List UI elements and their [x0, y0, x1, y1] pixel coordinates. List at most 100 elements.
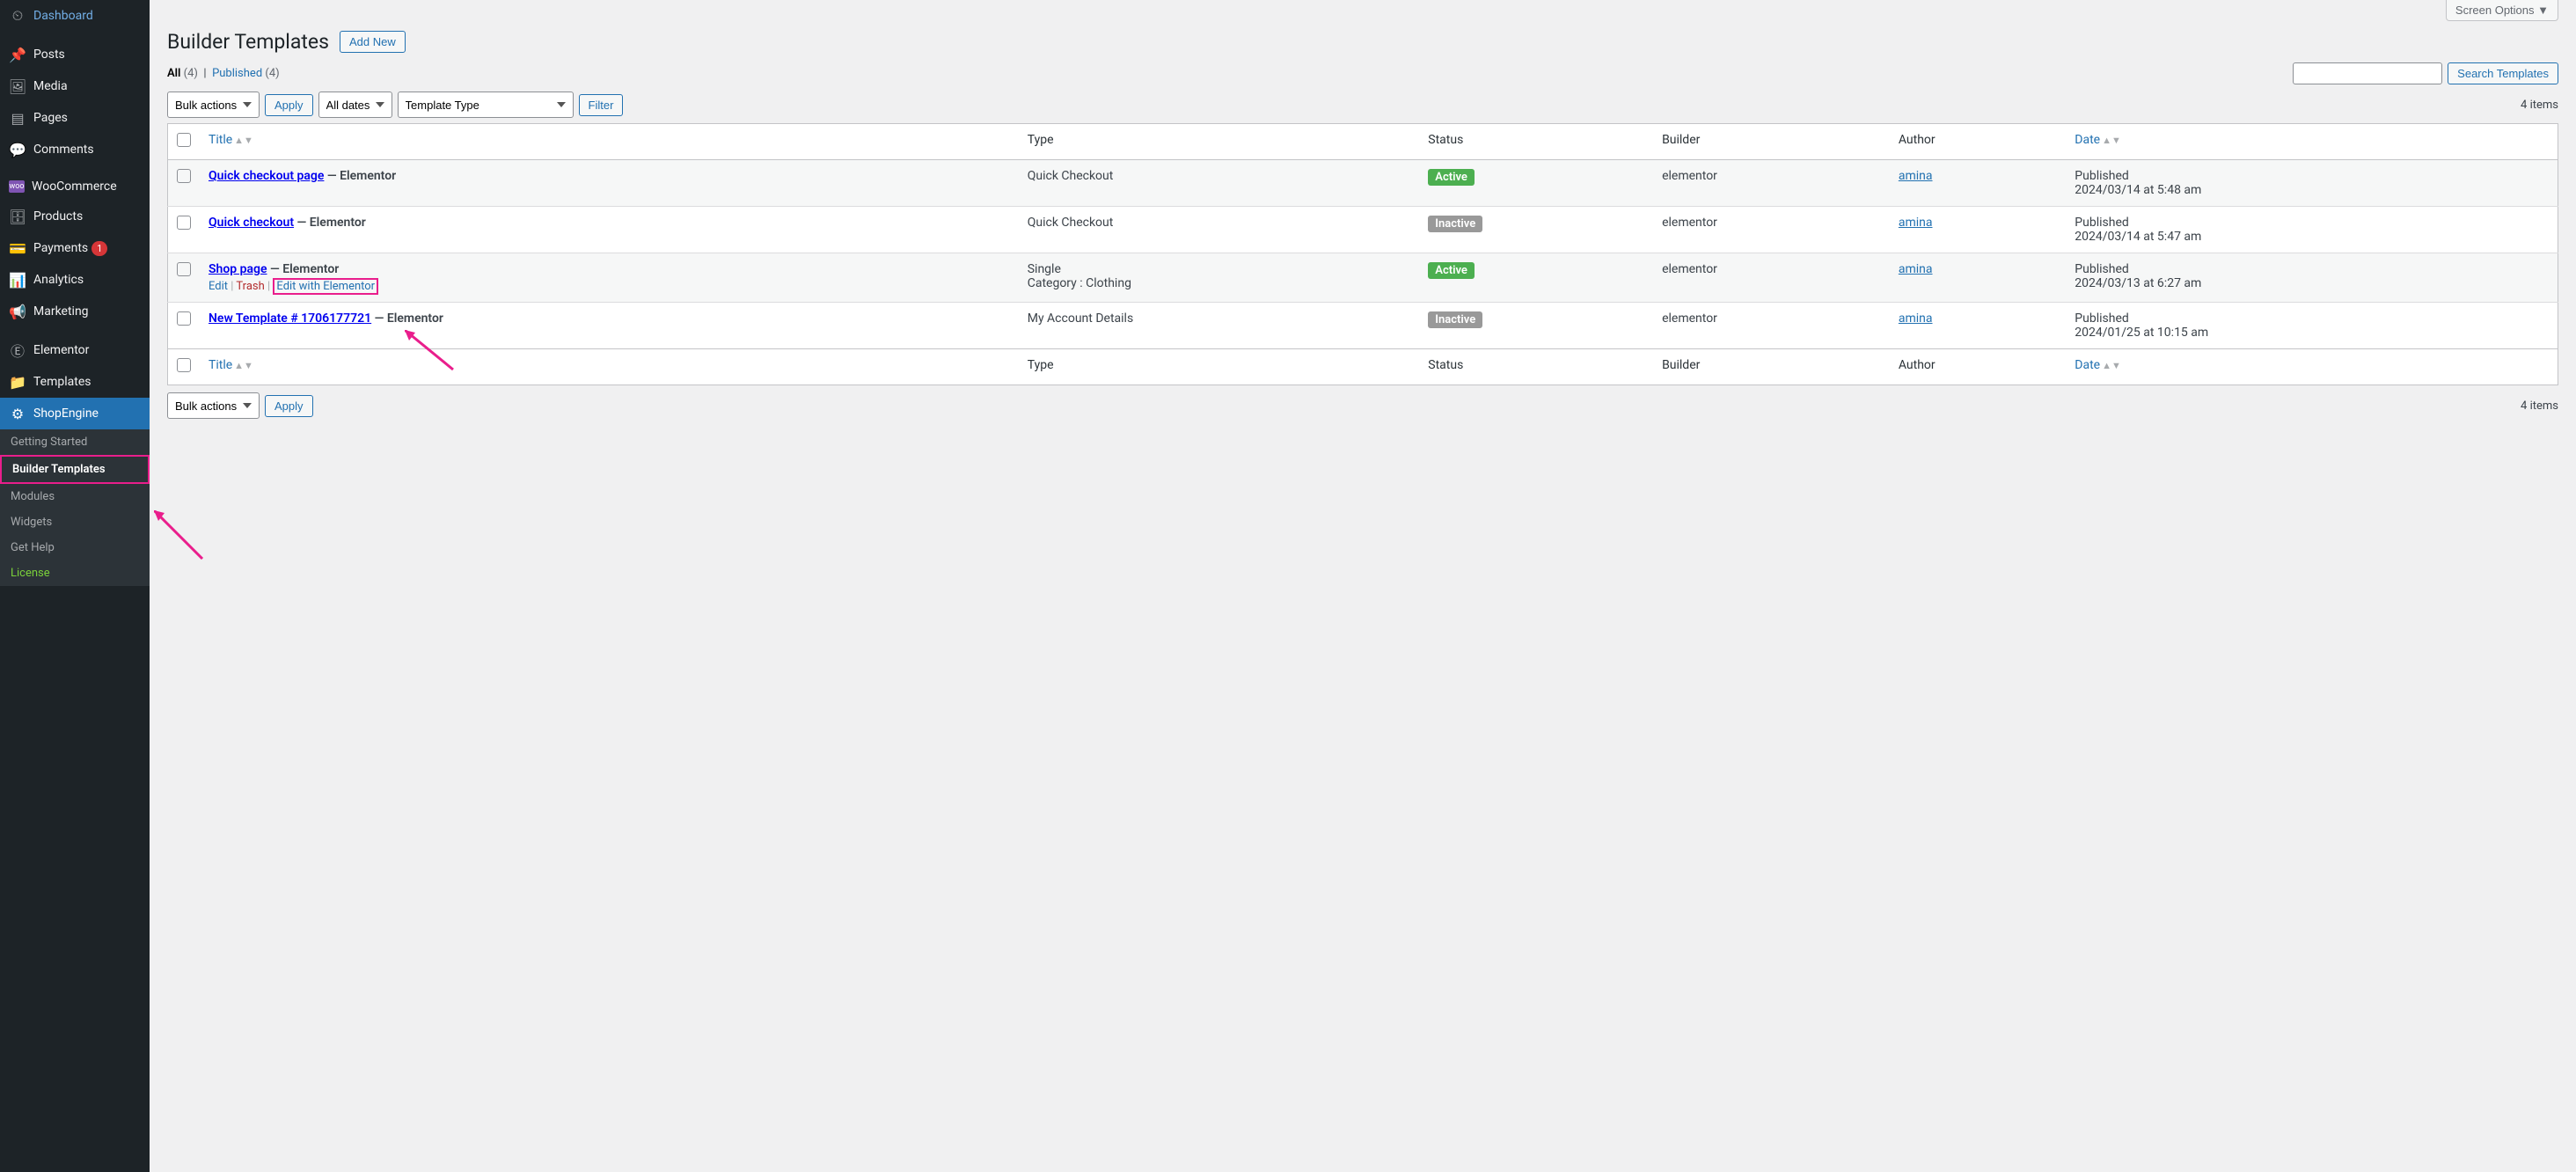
- row-date: Published2024/01/25 at 10:15 am: [2066, 303, 2558, 349]
- sidebar-item-elementor[interactable]: ⒺElementor: [0, 334, 150, 366]
- sidebar-item-marketing[interactable]: 📢Marketing: [0, 296, 150, 327]
- column-status-header: Status: [1419, 124, 1653, 160]
- template-type-select[interactable]: Template Type: [398, 92, 574, 118]
- sidebar-item-pages[interactable]: ▤Pages: [0, 102, 150, 134]
- search-input[interactable]: [2293, 62, 2442, 84]
- gauge-icon: ⏲: [9, 7, 26, 25]
- page-icon: ▤: [9, 109, 26, 127]
- annotation-arrow: [154, 510, 216, 575]
- row-checkbox[interactable]: [177, 216, 191, 230]
- author-link[interactable]: amina: [1899, 216, 1933, 230]
- payment-icon: 💳: [9, 239, 26, 257]
- row-type: Quick Checkout: [1019, 207, 1420, 253]
- status-badge: Active: [1428, 262, 1475, 279]
- edit-link[interactable]: Edit: [209, 280, 228, 293]
- chart-icon: 📊: [9, 271, 26, 289]
- add-new-button[interactable]: Add New: [340, 31, 406, 53]
- woocommerce-icon: woo: [9, 180, 25, 193]
- row-checkbox[interactable]: [177, 262, 191, 276]
- elementor-icon: Ⓔ: [9, 341, 26, 359]
- admin-sidebar: ⏲Dashboard 📌Posts 🖼Media ▤Pages 💬Comment…: [0, 0, 150, 1172]
- column-type-footer: Type: [1019, 349, 1420, 385]
- submenu-builder-templates[interactable]: Builder Templates: [0, 455, 150, 484]
- submenu-widgets[interactable]: Widgets: [0, 509, 150, 535]
- row-builder: elementor: [1653, 160, 1890, 207]
- column-date-footer[interactable]: Date▲▼: [2075, 358, 2121, 372]
- table-row: Quick checkout page — Elementor Quick Ch…: [168, 160, 2558, 207]
- row-actions: Edit | Trash | Edit with Elementor: [209, 280, 1010, 293]
- archive-icon: 🗄: [9, 208, 26, 225]
- screen-options-button[interactable]: Screen Options ▼: [2446, 0, 2558, 21]
- author-link[interactable]: amina: [1899, 169, 1933, 183]
- items-count-top: 4 items: [2521, 99, 2558, 112]
- column-builder-footer: Builder: [1653, 349, 1890, 385]
- row-builder: elementor: [1653, 303, 1890, 349]
- column-author-footer: Author: [1890, 349, 2066, 385]
- folder-icon: 📁: [9, 373, 26, 391]
- sidebar-item-templates[interactable]: 📁Templates: [0, 366, 150, 398]
- sidebar-item-payments[interactable]: 💳Payments1: [0, 232, 150, 264]
- row-title[interactable]: Quick checkout — Elementor: [209, 216, 366, 230]
- payments-badge: 1: [91, 241, 107, 256]
- trash-link[interactable]: Trash: [236, 280, 264, 293]
- author-link[interactable]: amina: [1899, 262, 1933, 276]
- sidebar-item-media[interactable]: 🖼Media: [0, 70, 150, 102]
- table-row: New Template # 1706177721 — Elementor My…: [168, 303, 2558, 349]
- sort-icon: ▲▼: [234, 135, 253, 146]
- row-type: Quick Checkout: [1019, 160, 1420, 207]
- submenu-getting-started[interactable]: Getting Started: [0, 429, 150, 455]
- sidebar-item-shopengine[interactable]: ⚙ShopEngine: [0, 398, 150, 429]
- submenu-modules[interactable]: Modules: [0, 484, 150, 509]
- sidebar-item-posts[interactable]: 📌Posts: [0, 39, 150, 70]
- row-builder: elementor: [1653, 253, 1890, 303]
- row-date: Published2024/03/13 at 6:27 am: [2066, 253, 2558, 303]
- row-type: My Account Details: [1019, 303, 1420, 349]
- status-badge: Inactive: [1428, 311, 1482, 328]
- page-title: Builder Templates: [167, 30, 329, 54]
- search-button[interactable]: Search Templates: [2448, 62, 2558, 84]
- edit-with-elementor-link[interactable]: Edit with Elementor: [273, 278, 378, 295]
- bulk-actions-select-bottom[interactable]: Bulk actions: [167, 392, 260, 419]
- submenu-license[interactable]: License: [0, 560, 150, 586]
- sort-icon: ▲▼: [2102, 135, 2121, 146]
- table-row: Quick checkout — Elementor Quick Checkou…: [168, 207, 2558, 253]
- select-all-checkbox-foot[interactable]: [177, 358, 191, 372]
- column-status-footer: Status: [1419, 349, 1653, 385]
- column-title-footer[interactable]: Title▲▼: [209, 358, 253, 372]
- submenu-get-help[interactable]: Get Help: [0, 535, 150, 560]
- sort-icon: ▲▼: [234, 360, 253, 371]
- row-title[interactable]: New Template # 1706177721 — Elementor: [209, 311, 443, 326]
- row-type: SingleCategory : Clothing: [1019, 253, 1420, 303]
- shopengine-icon: ⚙: [9, 405, 26, 422]
- apply-button-bottom[interactable]: Apply: [265, 395, 313, 417]
- media-icon: 🖼: [9, 77, 26, 95]
- column-date-header[interactable]: Date▲▼: [2075, 133, 2121, 147]
- sidebar-item-products[interactable]: 🗄Products: [0, 201, 150, 232]
- row-checkbox[interactable]: [177, 169, 191, 183]
- table-row: Shop page — Elementor Edit | Trash | Edi…: [168, 253, 2558, 303]
- sidebar-item-woocommerce[interactable]: wooWooCommerce: [0, 172, 150, 201]
- filter-button[interactable]: Filter: [579, 94, 624, 116]
- author-link[interactable]: amina: [1899, 311, 1933, 326]
- dates-filter-select[interactable]: All dates: [318, 92, 392, 118]
- row-title[interactable]: Quick checkout page — Elementor: [209, 169, 396, 183]
- select-all-checkbox[interactable]: [177, 133, 191, 147]
- bulk-actions-select[interactable]: Bulk actions: [167, 92, 260, 118]
- column-builder-header: Builder: [1653, 124, 1890, 160]
- pin-icon: 📌: [9, 46, 26, 63]
- row-title[interactable]: Shop page — Elementor: [209, 262, 339, 276]
- column-title-header[interactable]: Title▲▼: [209, 133, 253, 147]
- sort-icon: ▲▼: [2102, 360, 2121, 371]
- sidebar-item-analytics[interactable]: 📊Analytics: [0, 264, 150, 296]
- apply-button-top[interactable]: Apply: [265, 94, 313, 116]
- sidebar-item-comments[interactable]: 💬Comments: [0, 134, 150, 165]
- comment-icon: 💬: [9, 141, 26, 158]
- filter-all[interactable]: All: [167, 67, 180, 80]
- shopengine-submenu: Getting Started Builder Templates Module…: [0, 429, 150, 586]
- column-author-header: Author: [1890, 124, 2066, 160]
- sidebar-item-dashboard[interactable]: ⏲Dashboard: [0, 0, 150, 32]
- filter-published[interactable]: Published: [212, 67, 262, 80]
- status-badge: Inactive: [1428, 216, 1482, 232]
- row-date: Published2024/03/14 at 5:47 am: [2066, 207, 2558, 253]
- row-checkbox[interactable]: [177, 311, 191, 326]
